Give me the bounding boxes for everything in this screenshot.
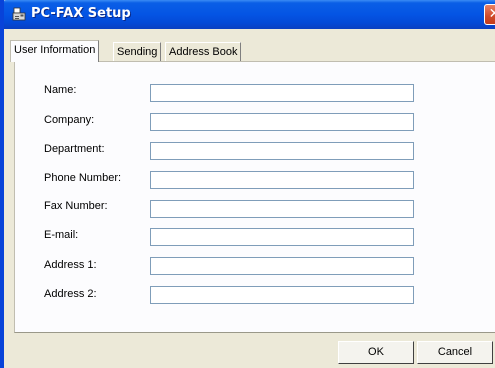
tab-label: User Information	[14, 44, 96, 56]
cancel-button-label: Cancel	[437, 346, 473, 358]
address-2-label: Address 2:	[44, 288, 97, 300]
tab-label: Address Book	[169, 46, 238, 58]
company-field[interactable]	[150, 113, 414, 131]
tab-address-book[interactable]: Address Book	[165, 42, 242, 62]
name-field[interactable]	[150, 84, 414, 102]
window-title: PC-FAX Setup	[31, 6, 131, 21]
tab-label: Sending	[117, 46, 158, 58]
email-label: E-mail:	[44, 229, 79, 241]
ok-button-label: OK	[368, 346, 384, 358]
ok-button[interactable]: OK	[338, 341, 414, 364]
close-icon: ✕	[489, 6, 495, 22]
fax-number-field[interactable]	[150, 200, 414, 218]
phone-number-field[interactable]	[150, 171, 414, 189]
department-label: Department:	[44, 143, 105, 155]
fax-number-label: Fax Number:	[44, 200, 108, 212]
tab-user-information[interactable]: User Information	[10, 40, 100, 62]
email-field[interactable]	[150, 228, 414, 246]
name-label: Name:	[44, 84, 77, 96]
address-1-label: Address 1:	[44, 259, 97, 271]
address-1-field[interactable]	[150, 257, 414, 275]
close-button[interactable]: ✕	[484, 4, 495, 25]
address-2-field[interactable]	[150, 286, 414, 304]
department-field[interactable]	[150, 142, 414, 160]
cancel-button[interactable]: Cancel	[417, 341, 493, 364]
phone-number-label: Phone Number:	[44, 172, 122, 184]
fax-icon	[12, 7, 26, 21]
company-label: Company:	[44, 114, 95, 126]
pc-fax-setup-dialog: PC-FAX Setup ✕ User Information Sending …	[0, 0, 495, 368]
title-bar[interactable]: PC-FAX Setup ✕	[4, 0, 495, 29]
tab-sending[interactable]: Sending	[113, 42, 162, 62]
